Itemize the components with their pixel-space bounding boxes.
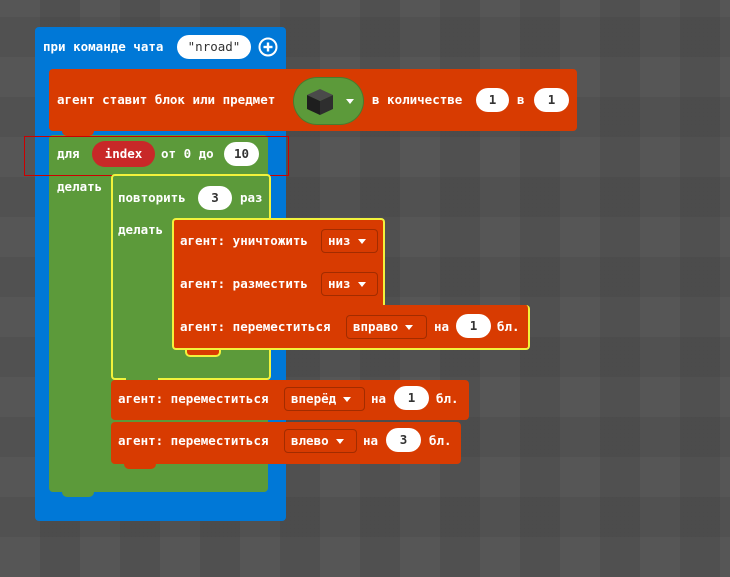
- move-forward-on-label: на: [371, 391, 387, 406]
- move-left-direction-dropdown[interactable]: влево: [284, 429, 357, 453]
- slot-input[interactable]: 1: [534, 88, 569, 112]
- item-selector[interactable]: [293, 77, 364, 125]
- move-left-amount-input[interactable]: 3: [386, 428, 421, 452]
- block-notch: [185, 350, 221, 357]
- block-notch: [62, 492, 94, 497]
- repeat-suffix: раз: [240, 190, 263, 205]
- for-do-label: делать: [57, 179, 103, 194]
- code-workspace[interactable]: при команде чата "nroad" агент ставит бл…: [0, 0, 730, 577]
- move-forward-direction-dropdown[interactable]: вперёд: [284, 387, 365, 411]
- selection-highlight: [24, 136, 289, 176]
- count-input[interactable]: 1: [476, 88, 509, 112]
- count-label: в количестве: [372, 92, 463, 107]
- move-forward-label: агент: переместиться: [118, 391, 269, 406]
- chevron-down-icon: [346, 99, 354, 104]
- chevron-down-icon: [405, 325, 414, 330]
- place-label: агент: разместить: [180, 276, 308, 291]
- chat-command-input[interactable]: "nroad": [177, 35, 251, 59]
- move-forward-amount-input[interactable]: 1: [394, 386, 429, 410]
- chevron-down-icon: [357, 282, 366, 287]
- destroy-label: агент: уничтожить: [180, 233, 308, 248]
- move-right-label: агент: переместиться: [180, 319, 331, 334]
- repeat-label: повторить: [118, 190, 186, 205]
- block-notch: [124, 464, 156, 469]
- chevron-down-icon: [343, 397, 352, 402]
- black-cube-icon: [307, 89, 333, 115]
- move-right-unit: бл.: [497, 319, 520, 334]
- repeat-times-input[interactable]: 3: [198, 186, 232, 210]
- move-left-label: агент: переместиться: [118, 433, 269, 448]
- place-block-label: агент ставит блок или предмет: [57, 92, 276, 107]
- move-right-on-label: на: [434, 319, 450, 334]
- repeat-do-label: делать: [118, 222, 164, 237]
- move-right-amount-input[interactable]: 1: [456, 314, 491, 338]
- move-left-unit: бл.: [429, 433, 452, 448]
- move-forward-unit: бл.: [436, 391, 459, 406]
- place-direction-dropdown[interactable]: низ: [321, 272, 378, 296]
- chevron-down-icon: [335, 439, 344, 444]
- slot-label: в: [517, 92, 525, 107]
- destroy-direction-dropdown[interactable]: низ: [321, 229, 378, 253]
- chevron-down-icon: [357, 239, 366, 244]
- event-label: при команде чата: [43, 39, 164, 54]
- plus-circle-icon[interactable]: [258, 37, 278, 57]
- move-right-direction-dropdown[interactable]: вправо: [346, 315, 427, 339]
- move-left-on-label: на: [363, 433, 379, 448]
